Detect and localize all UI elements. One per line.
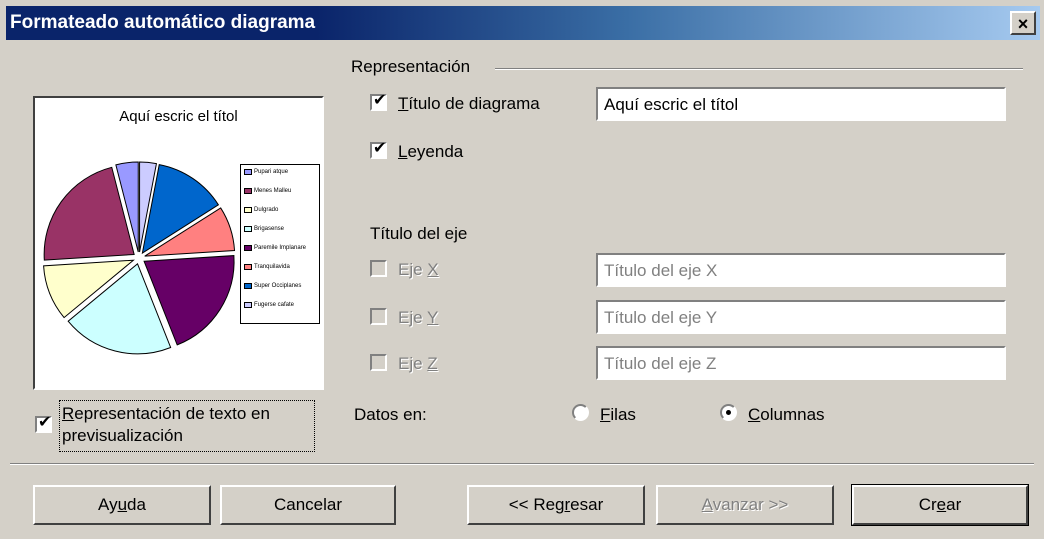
- next-button[interactable]: Avanzar >>: [656, 485, 834, 525]
- label-prefix: Eje: [398, 354, 428, 373]
- legend-entry: Pupari atque: [244, 169, 288, 175]
- accel-char: C: [748, 405, 761, 424]
- accel-char: u: [117, 495, 128, 514]
- preview-pie-chart: [43, 161, 236, 355]
- representacion-group-label: Representación: [351, 57, 479, 77]
- axis-y-label: Eje Y: [398, 308, 438, 328]
- show-text-preview-checkbox[interactable]: ✔: [35, 414, 52, 433]
- rows-label: Filas: [600, 405, 636, 425]
- axis-x-checkbox[interactable]: [370, 260, 387, 277]
- label-post: vanzar >>: [712, 495, 789, 514]
- label-line1-rest: epresentación de texto en: [74, 404, 270, 423]
- label-rest: olumnas: [760, 405, 825, 424]
- legend-checkbox[interactable]: ✔: [370, 140, 387, 159]
- legend-label: Brigasense: [254, 226, 285, 232]
- accel-char: Y: [427, 308, 439, 327]
- label-pre: Ay: [98, 495, 118, 514]
- check-icon: ✔: [373, 92, 387, 109]
- chart-preview: Aquí escric el títol Pupari atque Menes M…: [33, 96, 324, 390]
- label-pre: Cr: [918, 495, 937, 514]
- axis-title-heading: Título del eje: [370, 224, 468, 243]
- accel-char: F: [600, 405, 611, 424]
- legend-label: Fugerse cafate: [254, 302, 295, 308]
- cancel-button[interactable]: Cancelar: [220, 485, 396, 525]
- axis-x-label: Eje X: [398, 260, 439, 280]
- label-line2: previsualización: [62, 426, 183, 445]
- close-button[interactable]: ×: [1010, 11, 1036, 35]
- axis-z-checkbox[interactable]: [370, 354, 387, 371]
- legend-label: Dulgrado: [254, 207, 279, 213]
- legend-swatch: [244, 264, 252, 270]
- legend-swatch: [244, 245, 252, 251]
- legend-entry: Menes Malleu: [244, 188, 291, 194]
- legend-label: Leyenda: [398, 142, 463, 162]
- legend-entry: Tranquilavida: [244, 264, 290, 270]
- axis-y-checkbox[interactable]: [370, 308, 387, 325]
- axis-z-label: Eje Z: [398, 354, 438, 374]
- axis-y-title-input[interactable]: Título del eje Y: [596, 300, 1006, 334]
- label-rest: ilas: [610, 405, 636, 424]
- accel-char: Z: [427, 354, 438, 373]
- label-prefix: Eje: [398, 260, 428, 279]
- columns-label: Columnas: [748, 405, 825, 425]
- legend-label: Paremile Implanare: [254, 245, 307, 251]
- legend-label: Tranquilavida: [254, 264, 290, 270]
- preview-legend: Pupari atque Menes Malleu Dulgrado Brigasen…: [240, 164, 320, 324]
- accel-char: X: [427, 260, 439, 279]
- label-post: da: [127, 495, 146, 514]
- legend-swatch: [244, 302, 252, 308]
- back-button[interactable]: << Regresar: [467, 485, 645, 525]
- label-rest: eyenda: [407, 142, 464, 161]
- legend-swatch: [244, 169, 252, 175]
- label-rest: ítulo de diagrama: [408, 94, 540, 113]
- legend-swatch: [244, 283, 252, 289]
- legend-swatch: [244, 207, 252, 213]
- label-post: ar: [946, 495, 962, 514]
- window-title: Formateado automático diagrama: [10, 12, 316, 33]
- legend-swatch: [244, 226, 252, 232]
- chart-title-checkbox[interactable]: ✔: [370, 92, 387, 111]
- check-icon: ✔: [38, 414, 52, 431]
- label-post: esar: [570, 495, 604, 514]
- show-text-preview-label: Representación de texto en previsualizac…: [62, 403, 270, 447]
- rows-radio[interactable]: [572, 404, 589, 421]
- legend-swatch: [244, 188, 252, 194]
- legend-entry: Dulgrado: [244, 207, 278, 213]
- preview-chart-title: Aquí escric el títol: [119, 108, 238, 125]
- axis-x-title-input[interactable]: Título del eje X: [596, 253, 1006, 287]
- auto-format-chart-dialog: Formateado automático diagrama × Aquí es…: [0, 0, 1044, 539]
- accel-char: A: [701, 495, 713, 514]
- chart-title-input[interactable]: Aquí escric el títol: [596, 87, 1006, 121]
- columns-radio[interactable]: [720, 404, 737, 421]
- axis-z-title-input[interactable]: Título del eje Z: [596, 346, 1006, 380]
- accel-char: R: [62, 404, 75, 423]
- legend-label: Pupari atque: [254, 169, 289, 175]
- button-separator: [10, 463, 1034, 465]
- radio-selected-dot: [726, 410, 731, 415]
- legend-label: Menes Malleu: [254, 188, 292, 194]
- legend-entry: Brigasense: [244, 226, 284, 232]
- chart-title-label: Título de diagrama: [398, 94, 540, 114]
- data-in-label: Datos en:: [354, 405, 427, 424]
- accel-char: e: [936, 495, 947, 514]
- legend-entry: Paremile Implanare: [244, 245, 306, 251]
- legend-entry: Fugerse cafate: [244, 302, 294, 308]
- title-bar: Formateado automático diagrama ×: [6, 6, 1040, 40]
- label-prefix: Eje: [398, 308, 427, 327]
- legend-entry: Super Occiplanes: [244, 283, 301, 289]
- label-pre: << Reg: [508, 495, 565, 514]
- help-button[interactable]: Ayuda: [33, 485, 211, 525]
- check-icon: ✔: [373, 140, 387, 157]
- legend-label: Super Occiplanes: [254, 283, 302, 289]
- accel-char: T: [398, 94, 409, 113]
- create-button[interactable]: Crear: [851, 484, 1029, 526]
- group-divider: [495, 68, 1023, 70]
